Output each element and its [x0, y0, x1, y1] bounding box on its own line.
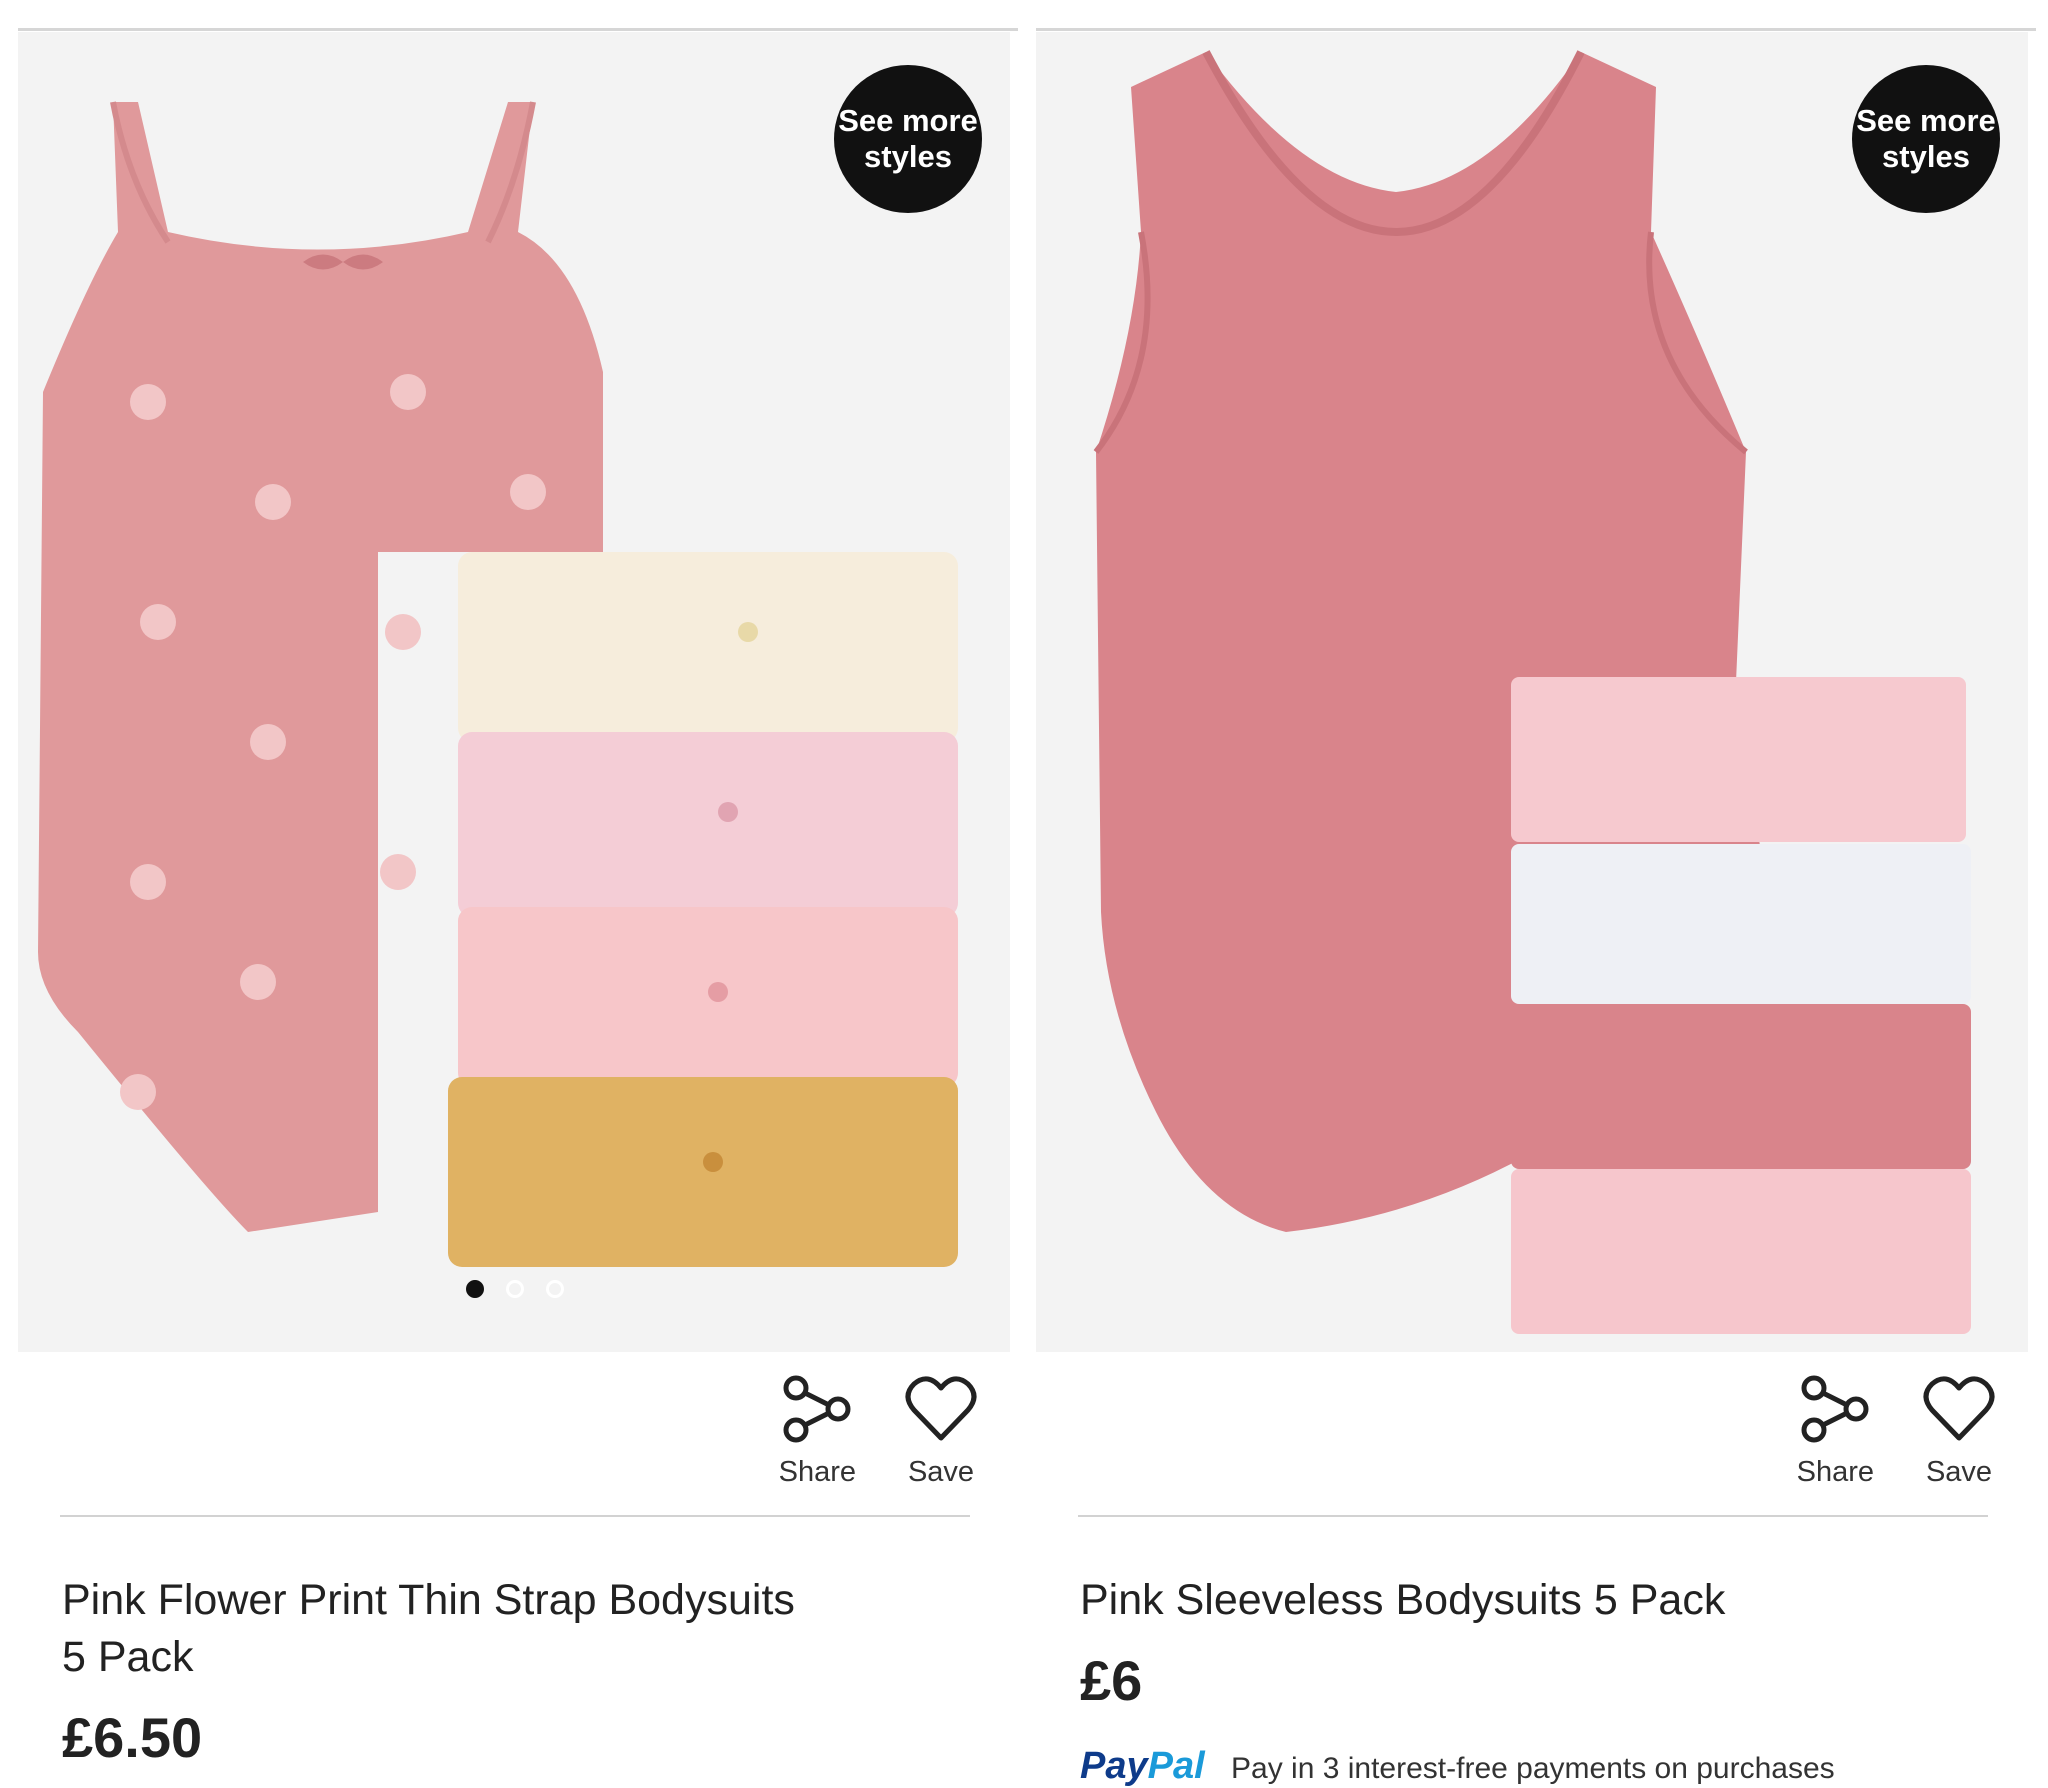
save-button[interactable]: Save — [1922, 1372, 1996, 1489]
carousel-dots — [466, 1280, 564, 1298]
divider — [1078, 1515, 1988, 1517]
product-title[interactable]: Pink Flower Print Thin Strap Bodysuits 5… — [62, 1572, 922, 1686]
share-label: Share — [1796, 1456, 1874, 1488]
product-image-2[interactable]: See more styles — [1036, 32, 2028, 1352]
product-card-1[interactable]: See more styles Share Save Pink Flower P… — [18, 0, 1018, 1769]
product-title-line-1[interactable]: Pink Flower Print Thin Strap Bodysuits — [62, 1572, 922, 1629]
paypal-logo: PayPal — [1080, 1745, 1205, 1787]
share-button[interactable]: Share — [779, 1372, 856, 1489]
flower-bodysuit-illustration — [38, 101, 958, 1267]
product-price: £6 — [1080, 1649, 1143, 1712]
share-icon — [783, 1375, 851, 1443]
card-top-border — [1036, 28, 2036, 31]
see-more-styles-badge[interactable]: See more styles — [1852, 65, 2000, 213]
product-image-1[interactable]: See more styles — [18, 32, 1010, 1352]
heart-icon — [1923, 1376, 1995, 1441]
heart-icon — [905, 1376, 977, 1441]
product-title-line-1[interactable]: Pink Sleeveless Bodysuits 5 Pack — [1080, 1572, 1940, 1629]
see-more-styles-badge[interactable]: See more styles — [834, 65, 982, 213]
paypal-text: Pay in 3 interest-free payments on purch… — [1231, 1752, 1835, 1785]
share-label: Share — [778, 1456, 856, 1488]
share-button[interactable]: Share — [1797, 1372, 1874, 1489]
product-title[interactable]: Pink Sleeveless Bodysuits 5 Pack — [1080, 1572, 1940, 1629]
product-actions: Share Save — [779, 1372, 978, 1489]
carousel-dot-3[interactable] — [546, 1280, 564, 1298]
product-title-line-2[interactable]: 5 Pack — [62, 1629, 922, 1686]
divider — [60, 1515, 970, 1517]
product-actions: Share Save — [1797, 1372, 1996, 1489]
carousel-dot-2[interactable] — [506, 1280, 524, 1298]
carousel-dot-1[interactable] — [466, 1280, 484, 1298]
save-label: Save — [907, 1456, 975, 1488]
product-price: £6.50 — [62, 1706, 203, 1769]
product-card-2[interactable]: See more styles Share Save Pink Sleevele… — [1036, 0, 2036, 1787]
card-top-border — [18, 28, 1018, 31]
sleeveless-bodysuit-illustration — [1093, 50, 1971, 1334]
save-label: Save — [1925, 1456, 1993, 1488]
share-icon — [1801, 1375, 1869, 1443]
save-button[interactable]: Save — [904, 1372, 978, 1489]
